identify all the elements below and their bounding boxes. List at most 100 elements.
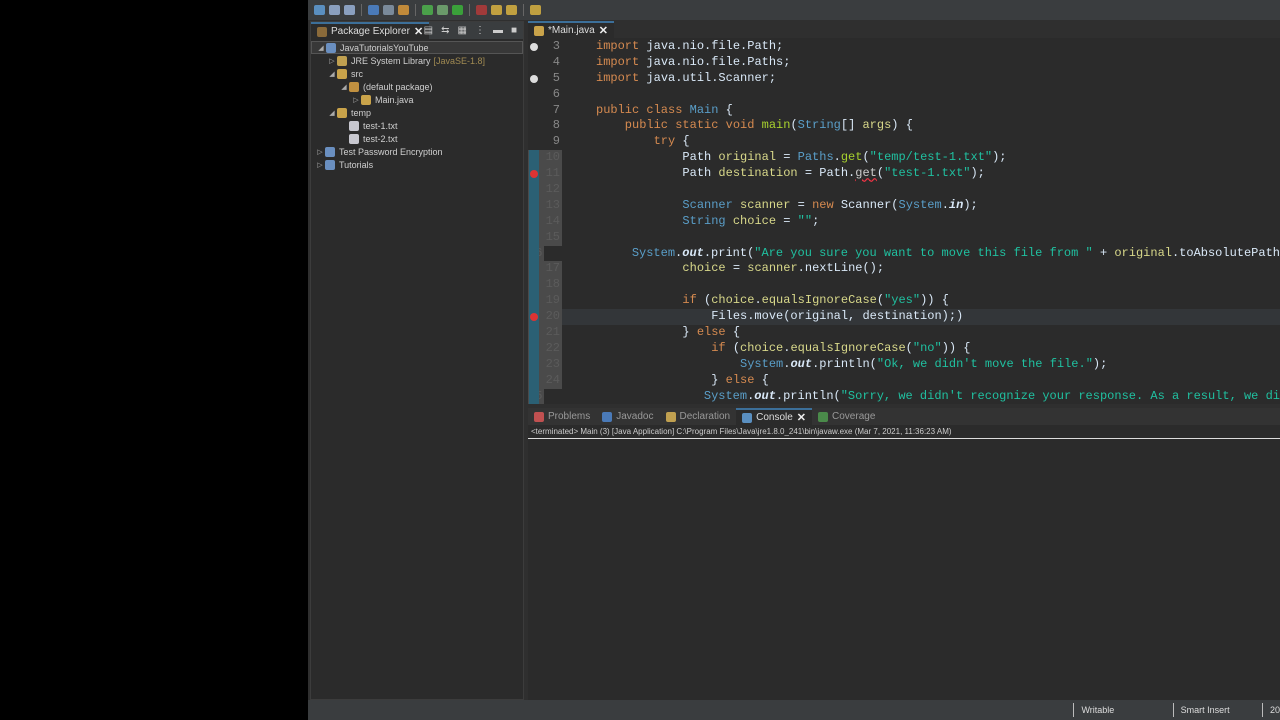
view-menu-icon[interactable]: ⋮ [475,25,485,36]
tree-item-label: test-2.txt [363,133,398,144]
tab-package-explorer[interactable]: Package Explorer ✕ [311,22,430,39]
code-token: out [682,245,704,260]
new-package-icon[interactable] [398,5,409,15]
code-line[interactable]: 19 if (choice.equalsIgnoreCase("yes")) { [528,293,1280,310]
code-line[interactable]: 8 public static void main(String[] args)… [528,118,1280,134]
tree-item[interactable]: ◢ temp [311,106,523,119]
project-tree: ◢ JavaTutorialsYouTube ▷ JRE System Library… [311,39,523,171]
tree-item-label: Test Password Encryption [339,146,443,157]
twisty-icon[interactable]: ▷ [327,57,337,65]
code-token: ) { [891,118,913,133]
code-text: } else { [596,373,769,389]
code-token: Scanner( [833,197,899,212]
code-line[interactable]: 12 [528,182,1280,198]
twisty-icon[interactable]: ◢ [327,70,337,78]
minimize-icon[interactable]: ▬ [493,25,503,36]
debug-icon[interactable] [437,5,448,15]
twisty-icon[interactable]: ▷ [315,148,325,156]
code-line[interactable]: 4 import java.nio.file.Paths; [528,55,1280,71]
tree-item[interactable]: ◢ (default package) [311,80,523,93]
error-icon[interactable] [530,170,538,179]
code-text: Scanner scanner = new Scanner(System.in)… [596,197,977,214]
code-line[interactable]: 6 [528,87,1280,103]
code-line[interactable]: 18 [528,277,1280,294]
line-number: 15 [528,229,562,246]
code-token: ); [970,166,985,181]
new-class-icon[interactable] [422,5,433,15]
close-icon[interactable]: ✕ [599,24,608,37]
tab-problems[interactable]: Problems [528,408,596,425]
tree-item-label: temp [351,107,372,118]
code-area[interactable]: 3 import java.nio.file.Path; 4 import java.… [528,39,1280,404]
terminal-icon[interactable] [368,5,379,15]
code-line[interactable]: 25 System.out.println("Sorry, we didn't … [528,388,1280,404]
save-icon[interactable] [329,5,340,15]
code-line[interactable]: 7 public class Main { [528,103,1280,119]
code-line[interactable]: 9 try { [528,134,1280,150]
tree-item[interactable]: ▷ Test Password Encryption [311,145,523,158]
project-icon [325,146,335,157]
run-icon[interactable] [452,5,463,15]
code-line[interactable]: 10 Path original = Paths.get("temp/test-… [528,150,1280,167]
twisty-icon[interactable]: ▷ [351,96,361,104]
code-line[interactable]: 14 String choice = ""; [528,213,1280,230]
code-line[interactable]: 11 Path destination = Path.get("test-1.t… [528,166,1280,183]
warning-icon[interactable] [530,43,538,51]
twisty-icon[interactable]: ◢ [327,109,337,117]
back-icon[interactable] [506,5,517,15]
code-line[interactable]: 13 Scanner scanner = new Scanner(System.… [528,197,1280,214]
line-number: 19 [528,293,562,310]
new-icon[interactable] [314,5,325,15]
tree-item[interactable]: test-1.txt [311,119,523,132]
code-line[interactable]: 20 Files.move(original, destination);) [528,309,1280,326]
tree-item[interactable]: ▷ Tutorials [311,158,523,171]
line-number: 17 [528,261,562,278]
tab-declaration[interactable]: Declaration [660,408,737,425]
tab-main-java[interactable]: *Main.java ✕ [528,21,614,38]
twisty-icon[interactable]: ◢ [339,83,349,91]
code-line[interactable]: 23 System.out.println("Ok, we didn't mov… [528,356,1280,373]
code-line[interactable]: 5 import java.util.Scanner; [528,71,1280,87]
code-token: { [725,325,741,340]
code-line[interactable]: 3 import java.nio.file.Path; [528,39,1280,55]
collapse-all-icon[interactable]: ▤ [424,25,433,36]
search-icon[interactable] [491,5,502,15]
skip-breakpoints-icon[interactable] [383,5,394,15]
tree-item[interactable]: ▷ Main.java [311,93,523,106]
line-number: 3 [528,39,562,55]
error-icon[interactable] [530,313,538,322]
code-line[interactable]: 15 [528,229,1280,246]
code-token: [] [840,118,863,133]
tree-item[interactable]: test-2.txt [311,132,523,145]
status-bar: Writable Smart Insert 20 [308,700,1280,720]
twisty-icon[interactable]: ◢ [316,44,326,52]
code-line[interactable]: 17 choice = scanner.nextLine(); [528,261,1280,278]
code-token: = [725,261,748,276]
forward-icon[interactable] [530,5,541,15]
tree-item[interactable]: ◢ src [311,67,523,80]
code-token: ( [790,118,798,133]
tree-item[interactable]: ▷ JRE System Library [JavaSE-1.8] [311,54,523,67]
maximize-icon[interactable]: ■ [511,25,517,36]
tree-item-decoration: [JavaSE-1.8] [433,55,486,66]
link-with-editor-icon[interactable]: ⇆ [441,25,449,36]
save-all-icon[interactable] [344,5,355,15]
warning-icon[interactable] [530,74,538,83]
code-line[interactable]: 24 } else { [528,372,1280,389]
code-line[interactable]: 22 if (choice.equalsIgnoreCase("no")) { [528,340,1280,357]
close-icon[interactable]: ✕ [797,411,806,424]
filter-icon[interactable]: ▦ [458,25,467,36]
line-number: 14 [528,213,562,230]
tab-console[interactable]: Console ✕ [736,408,813,425]
coverage-icon[interactable] [476,5,487,15]
code-token: destination [718,166,798,181]
twisty-icon[interactable]: ▷ [315,161,325,169]
code-line[interactable]: 16 System.out.print("Are you sure you wa… [528,245,1280,262]
tree-item[interactable]: ◢ JavaTutorialsYouTube [311,41,523,54]
code-line[interactable]: 21 } else { [528,325,1280,341]
close-icon[interactable]: ✕ [414,25,423,38]
tab-javadoc[interactable]: Javadoc [596,408,659,425]
line-number: 21 [528,325,562,341]
tab-coverage[interactable]: Coverage [812,408,881,425]
code-token: original [1114,245,1172,260]
